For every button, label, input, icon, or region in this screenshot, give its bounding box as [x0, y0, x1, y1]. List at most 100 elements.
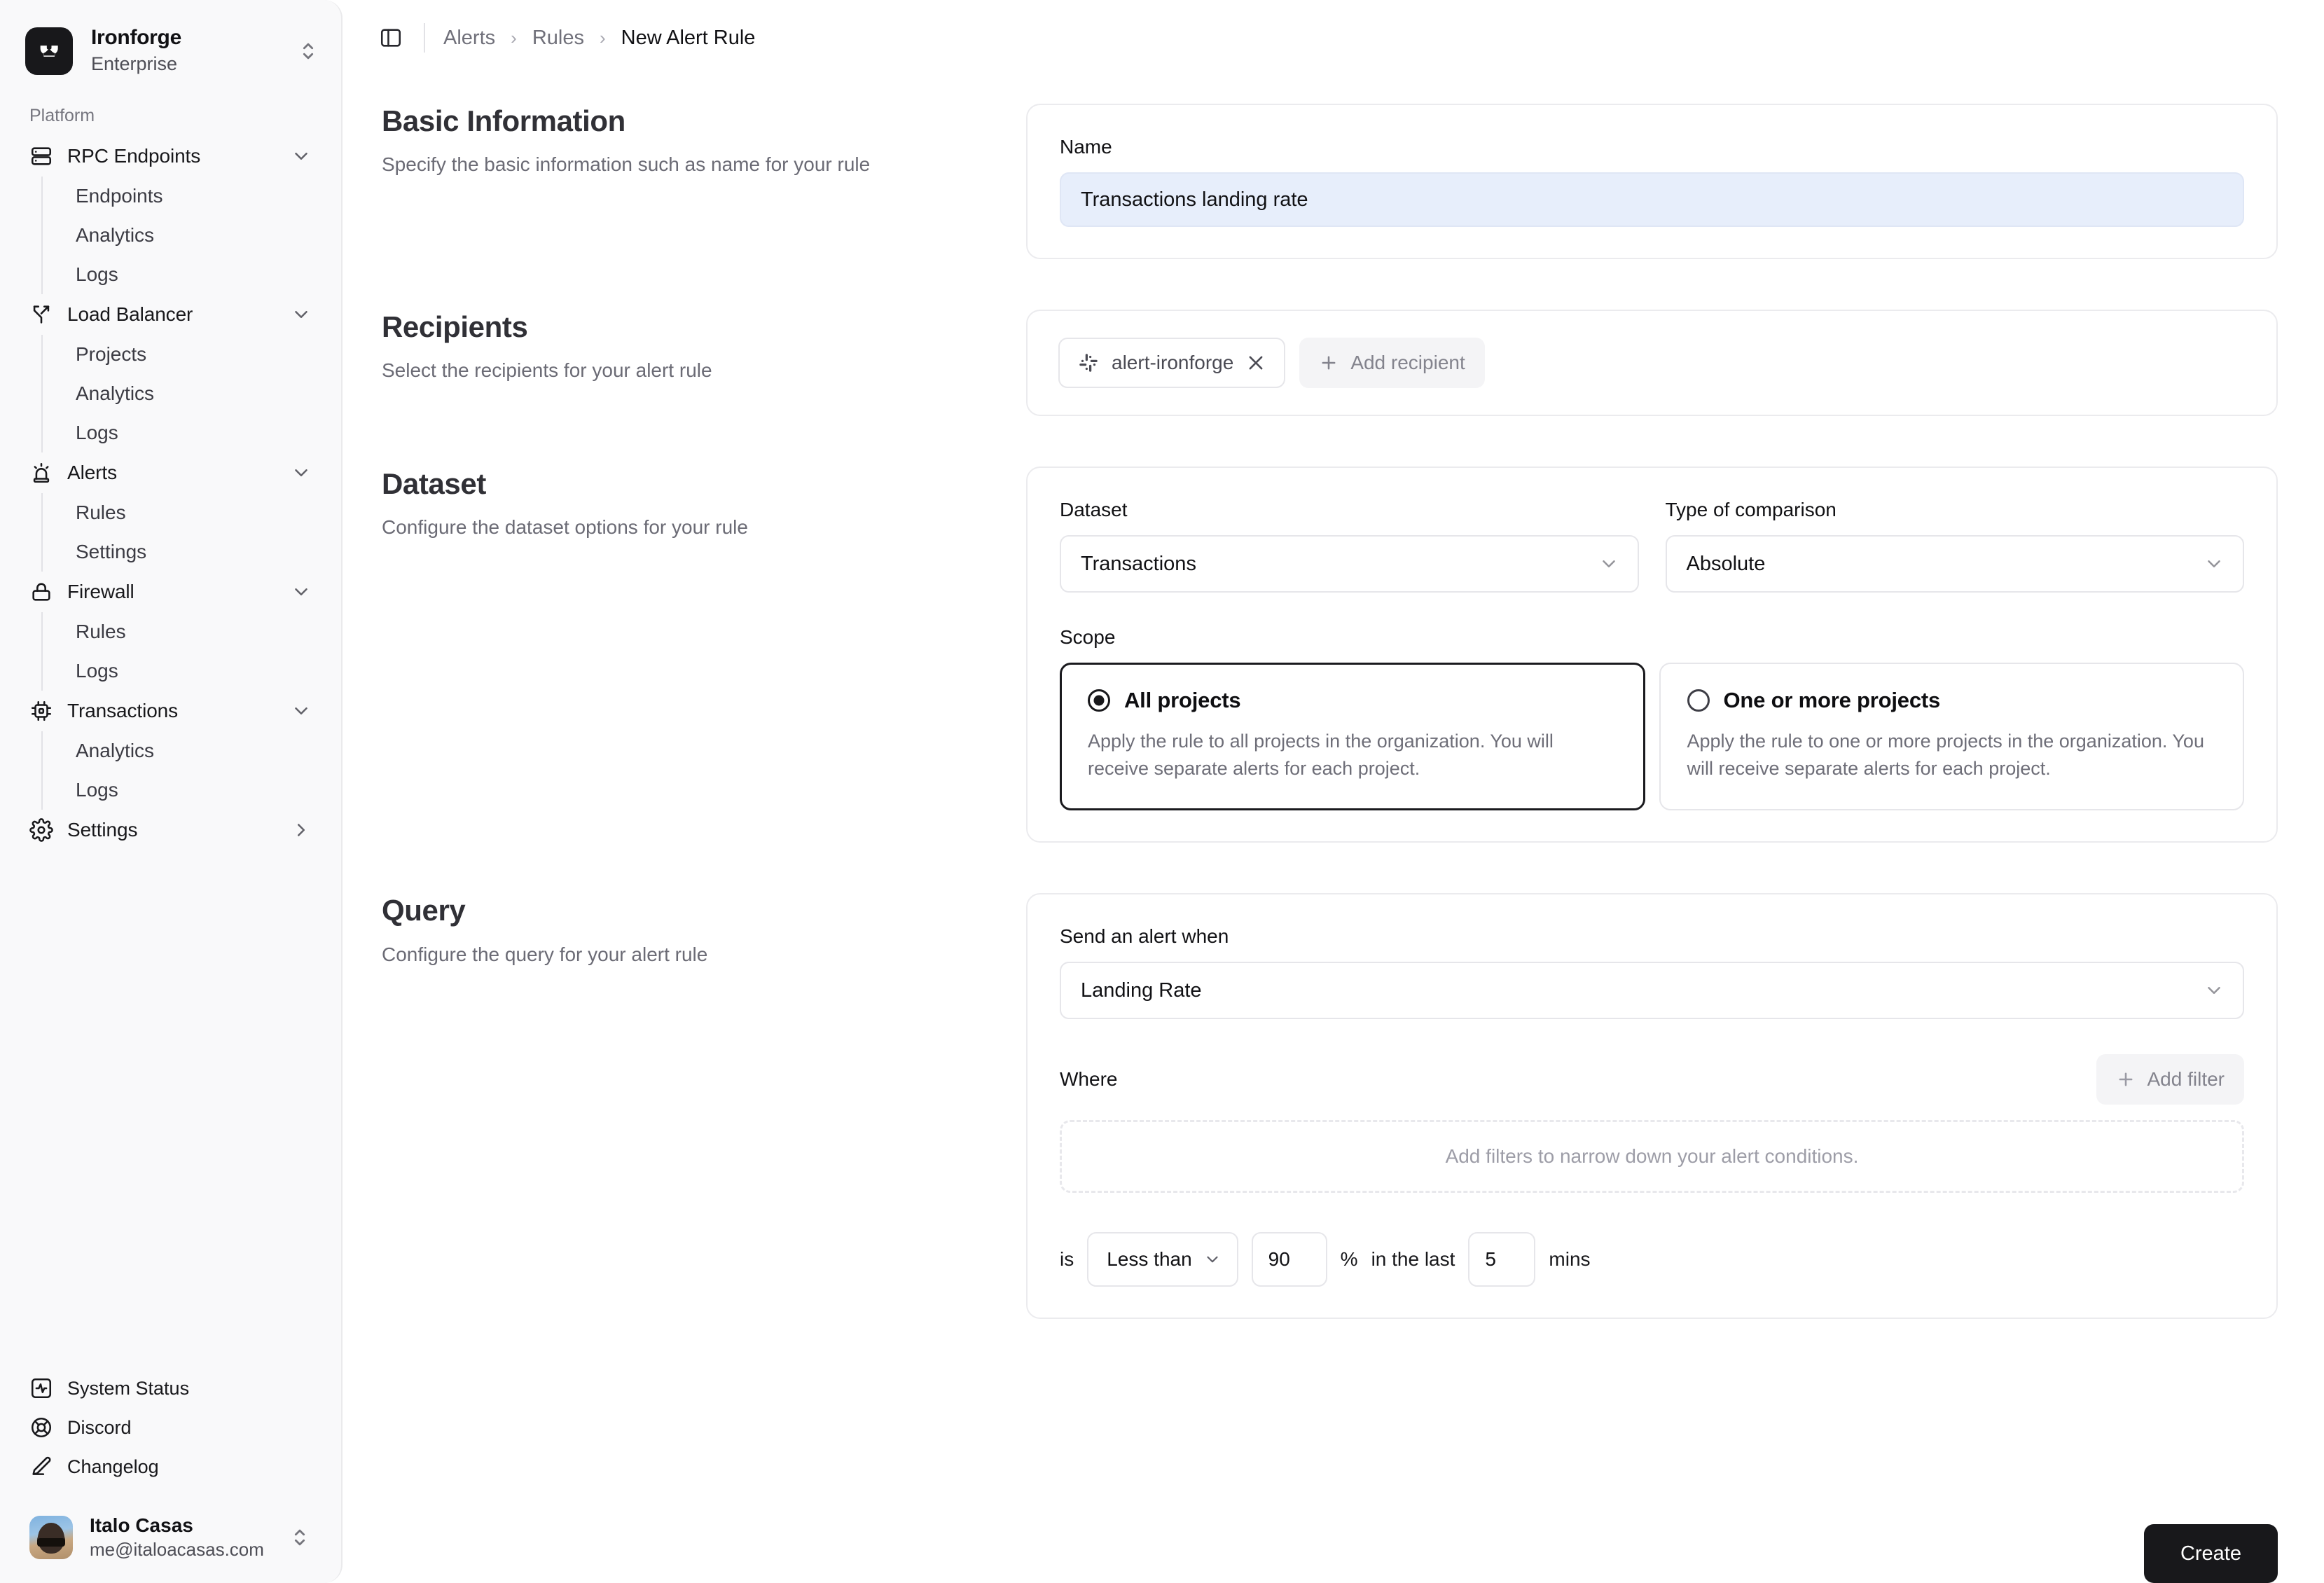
create-button[interactable]: Create	[2144, 1524, 2278, 1583]
split-arrows-icon	[29, 303, 53, 326]
lifebuoy-icon	[29, 1416, 53, 1439]
chevron-down-icon	[1598, 553, 1619, 574]
sidebar-nav: Platform RPC Endpoints Endpoints Analyti…	[0, 90, 341, 1369]
sidebar-toggle-button[interactable]	[376, 23, 406, 53]
comparison-label: Type of comparison	[1666, 499, 2245, 521]
scope-label: Scope	[1060, 626, 2244, 649]
section-query: Query Configure the query for your alert…	[382, 893, 2278, 1319]
sidebar-item-load-balancer[interactable]: Load Balancer	[20, 294, 321, 335]
sidebar-subitem-rules[interactable]: Rules	[66, 493, 321, 532]
panel-left-icon	[379, 26, 403, 50]
sidebar-subitem-logs[interactable]: Logs	[66, 770, 321, 810]
slack-icon	[1078, 352, 1099, 373]
rule-name-input[interactable]	[1060, 172, 2244, 227]
sidebar-subitem-rules[interactable]: Rules	[66, 612, 321, 651]
sidebar-item-transactions[interactable]: Transactions	[20, 691, 321, 731]
alert-when-select[interactable]: Landing Rate	[1060, 962, 2244, 1019]
operator-select[interactable]: Less than	[1087, 1232, 1238, 1287]
sidebar-subitem-projects[interactable]: Projects	[66, 335, 321, 374]
scope-option-title: All projects	[1124, 688, 1240, 713]
section-title: Basic Information	[382, 104, 991, 139]
basic-information-card: Name	[1026, 104, 2278, 259]
condition-is-label: is	[1060, 1248, 1074, 1271]
radio-one-or-more-projects[interactable]	[1687, 689, 1710, 712]
subnav-rpc-endpoints: Endpoints Analytics Logs	[41, 177, 321, 294]
comparison-select[interactable]: Absolute	[1666, 535, 2245, 593]
sidebar-item-alerts[interactable]: Alerts	[20, 452, 321, 493]
sidebar-item-label: Firewall	[67, 581, 277, 603]
sidebar-item-label: Discord	[67, 1417, 132, 1439]
sidebar-subitem-analytics[interactable]: Analytics	[66, 216, 321, 255]
sidebar-subitem-analytics[interactable]: Analytics	[66, 374, 321, 413]
radio-all-projects[interactable]	[1088, 689, 1110, 712]
threshold-input[interactable]	[1252, 1232, 1327, 1287]
section-description: Configure the dataset options for your r…	[382, 513, 991, 541]
topbar: Alerts › Rules › New Alert Rule	[343, 0, 2324, 76]
section-title: Dataset	[382, 466, 991, 502]
filters-empty-text: Add filters to narrow down your alert co…	[1446, 1145, 1859, 1168]
dataset-select-value: Transactions	[1081, 553, 1590, 576]
window-prefix-label: in the last	[1371, 1248, 1455, 1271]
user-name: Italo Casas	[90, 1513, 271, 1537]
section-description: Configure the query for your alert rule	[382, 941, 991, 968]
anvil-icon	[25, 27, 73, 75]
section-dataset: Dataset Configure the dataset options fo…	[382, 466, 2278, 843]
sidebar-item-label: Settings	[67, 819, 277, 841]
gear-icon	[29, 818, 53, 842]
scope-option-description: Apply the rule to one or more projects i…	[1687, 728, 2217, 782]
query-card: Send an alert when Landing Rate Where Ad…	[1026, 893, 2278, 1319]
scope-option-description: Apply the rule to all projects in the or…	[1088, 728, 1617, 782]
add-filter-button[interactable]: Add filter	[2096, 1054, 2245, 1105]
alert-when-select-value: Landing Rate	[1081, 979, 2195, 1002]
sidebar-subitem-logs[interactable]: Logs	[66, 255, 321, 294]
dataset-label: Dataset	[1060, 499, 1639, 521]
chevron-down-icon	[291, 146, 312, 167]
section-recipients: Recipients Select the recipients for you…	[382, 310, 2278, 416]
window-input[interactable]	[1468, 1232, 1535, 1287]
breadcrumb-separator: ›	[600, 27, 606, 49]
sidebar-item-discord[interactable]: Discord	[20, 1408, 321, 1447]
section-heading-group: Basic Information Specify the basic info…	[382, 104, 1026, 179]
dataset-card: Dataset Transactions Type of comparison …	[1026, 466, 2278, 843]
org-name: Ironforge	[91, 25, 278, 50]
condition-row: is Less than % in the last mins	[1060, 1232, 2244, 1287]
sidebar-subitem-settings[interactable]: Settings	[66, 532, 321, 572]
sidebar-item-settings[interactable]: Settings	[20, 810, 321, 850]
chevron-up-down-icon	[296, 39, 320, 63]
subnav-load-balancer: Projects Analytics Logs	[41, 335, 321, 452]
sidebar-subitem-logs[interactable]: Logs	[66, 413, 321, 452]
lock-icon	[29, 580, 53, 604]
sidebar-item-firewall[interactable]: Firewall	[20, 572, 321, 612]
pencil-icon	[29, 1455, 53, 1479]
sidebar-item-rpc-endpoints[interactable]: RPC Endpoints	[20, 136, 321, 177]
sidebar-item-system-status[interactable]: System Status	[20, 1369, 321, 1408]
dataset-select[interactable]: Transactions	[1060, 535, 1639, 593]
scope-option-one-or-more-projects[interactable]: One or more projects Apply the rule to o…	[1659, 663, 2245, 810]
breadcrumb-item-rules[interactable]: Rules	[532, 27, 584, 50]
chevron-down-icon	[291, 700, 312, 721]
chevron-down-icon	[2204, 553, 2225, 574]
sidebar-subitem-endpoints[interactable]: Endpoints	[66, 177, 321, 216]
close-icon[interactable]	[1246, 353, 1266, 373]
scope-option-head: One or more projects	[1687, 688, 2217, 713]
activity-square-icon	[29, 1376, 53, 1400]
subnav-transactions: Analytics Logs	[41, 731, 321, 810]
breadcrumb-item-alerts[interactable]: Alerts	[443, 27, 495, 50]
section-description: Specify the basic information such as na…	[382, 151, 991, 178]
sidebar-subitem-analytics[interactable]: Analytics	[66, 731, 321, 770]
user-account-switcher[interactable]: Italo Casas me@italoacasas.com	[20, 1502, 321, 1569]
dataset-selects-row: Dataset Transactions Type of comparison …	[1060, 499, 2244, 593]
window-unit-label: mins	[1549, 1248, 1590, 1271]
filters-empty-state: Add filters to narrow down your alert co…	[1060, 1120, 2244, 1193]
sidebar-footer: System Status Discord Changelog Italo Ca…	[0, 1369, 341, 1583]
alert-when-label: Send an alert when	[1060, 925, 2244, 948]
chevron-up-down-icon	[288, 1526, 312, 1549]
sidebar-subitem-logs[interactable]: Logs	[66, 651, 321, 691]
sidebar-item-label: RPC Endpoints	[67, 145, 277, 167]
sidebar-item-changelog[interactable]: Changelog	[20, 1447, 321, 1486]
scope-option-all-projects[interactable]: All projects Apply the rule to all proje…	[1060, 663, 1645, 810]
threshold-unit-label: %	[1341, 1248, 1358, 1271]
add-filter-label: Add filter	[2147, 1068, 2225, 1091]
add-recipient-button[interactable]: Add recipient	[1299, 338, 1484, 388]
org-switcher[interactable]: Ironforge Enterprise	[0, 0, 341, 90]
